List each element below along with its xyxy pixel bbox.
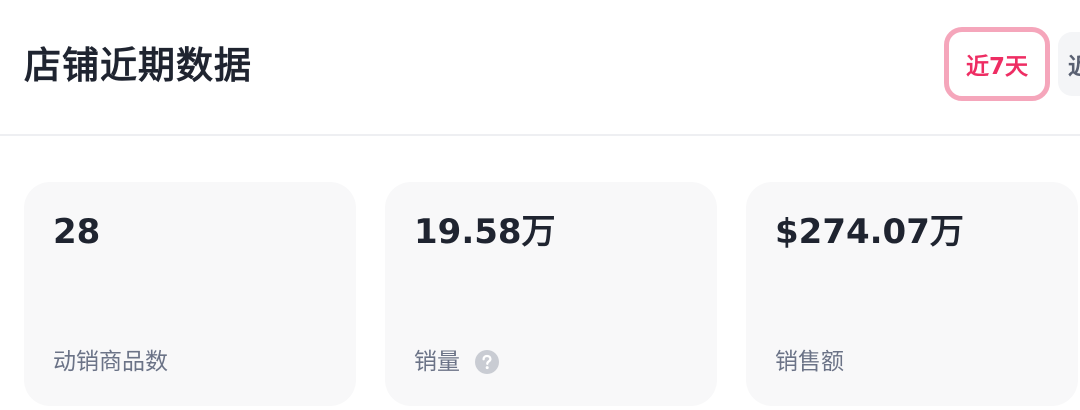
metric-value: 19.58万 bbox=[414, 212, 556, 252]
metric-label-text: 销售额 bbox=[775, 349, 844, 375]
header: 店铺近期数据 近7天 近 bbox=[0, 0, 1080, 136]
store-recent-data-panel: 店铺近期数据 近7天 近 28 动销商品数 19.58万 销量 $274.07万… bbox=[0, 0, 1080, 410]
tab-next-range[interactable]: 近 bbox=[1058, 32, 1080, 96]
tab-last-7-days[interactable]: 近7天 bbox=[944, 27, 1050, 101]
tab-label: 近7天 bbox=[965, 54, 1028, 80]
metric-card-active-products: 28 动销商品数 bbox=[24, 182, 356, 406]
page-title: 店铺近期数据 bbox=[24, 44, 252, 87]
metric-label: 销量 bbox=[414, 344, 500, 380]
metric-label-text: 销量 bbox=[414, 349, 460, 375]
metric-card-sales-amount: $274.07万 销售额 bbox=[746, 182, 1078, 406]
question-circle-icon[interactable] bbox=[474, 349, 500, 375]
tab-label: 近 bbox=[1068, 54, 1080, 80]
metric-label: 动销商品数 bbox=[53, 344, 168, 380]
metric-label-text: 动销商品数 bbox=[53, 349, 168, 375]
metric-label: 销售额 bbox=[775, 344, 844, 380]
metric-card-sales-volume: 19.58万 销量 bbox=[385, 182, 717, 406]
metric-value: 28 bbox=[53, 212, 101, 252]
metric-value: $274.07万 bbox=[775, 212, 964, 252]
